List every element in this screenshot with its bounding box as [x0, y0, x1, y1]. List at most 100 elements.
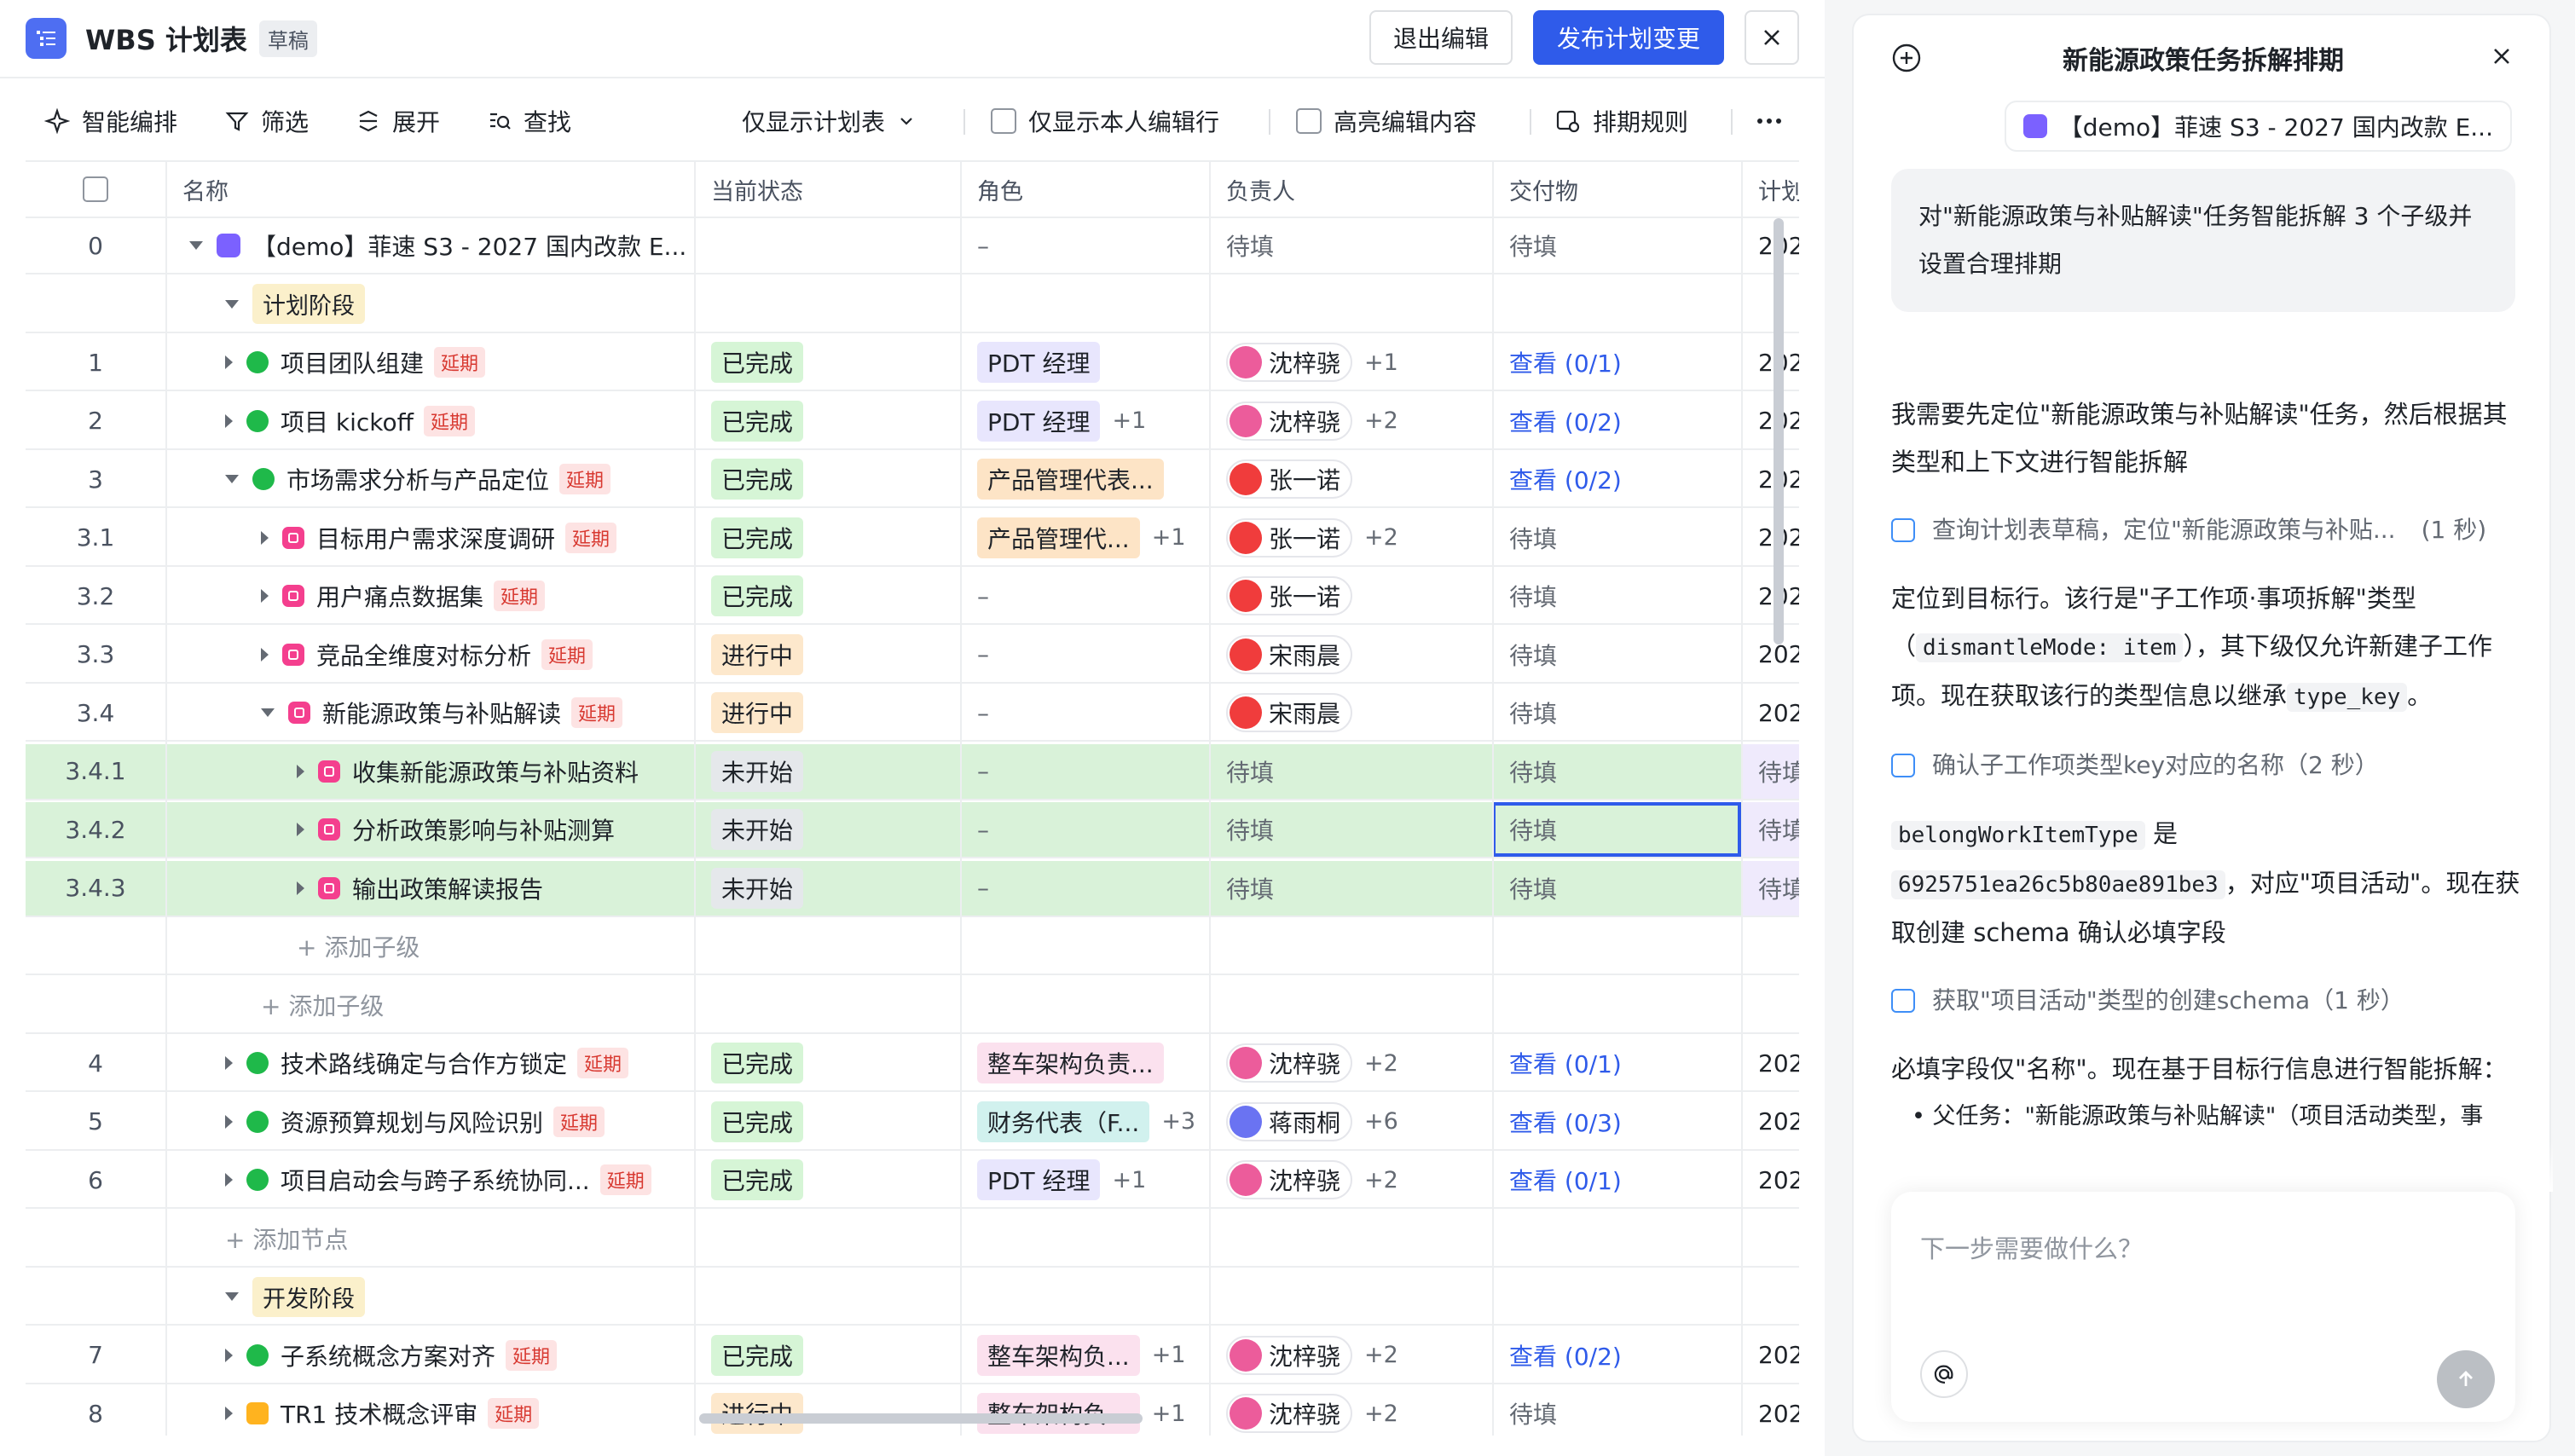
- owner-chip[interactable]: 张一诺: [1226, 576, 1353, 615]
- owner-chip[interactable]: 张一诺: [1226, 459, 1353, 499]
- owner-chip[interactable]: 沈梓骁: [1226, 1394, 1353, 1433]
- collapse-caret-icon[interactable]: [225, 1292, 239, 1301]
- owner-empty[interactable]: 待填: [1226, 228, 1274, 263]
- table-row[interactable]: 2项目 kickoff延期已完成PDT 经理+1沈梓骁+2查看 (0/2)202…: [26, 394, 1799, 450]
- owner-empty[interactable]: 待填: [1226, 754, 1274, 789]
- table-row[interactable]: 3.4.1 收集新能源政策与补贴资料 未开始 – 待填 待填 待填: [26, 743, 1799, 800]
- expand-caret-icon[interactable]: [261, 530, 269, 545]
- table-row[interactable]: 3.4.2 分析政策影响与补贴测算 未开始 – 待填 待填 待填: [26, 802, 1799, 858]
- expand-caret-icon[interactable]: [225, 413, 233, 428]
- owner-chip[interactable]: 沈梓骁: [1226, 1043, 1353, 1083]
- table-row[interactable]: 7 子系统概念方案对齐 延期 已完成 整车架构负... +1 沈梓骁 +2 查看 (0/2) 20…: [26, 1328, 1799, 1384]
- owner-chip[interactable]: 宋雨晨: [1226, 693, 1353, 732]
- add-child-button[interactable]: + 添加子级: [261, 988, 384, 1022]
- owner-chip[interactable]: 张一诺: [1226, 517, 1353, 558]
- role-tag[interactable]: 产品管理代表...: [977, 459, 1164, 500]
- expand-button[interactable]: 展开: [356, 104, 440, 138]
- highlight-checkbox[interactable]: 高亮编辑内容: [1296, 80, 1477, 162]
- column-header[interactable]: 角色: [960, 162, 1209, 217]
- deliverable-link[interactable]: 查看 (0/1): [1509, 1046, 1622, 1080]
- expand-caret-icon[interactable]: [261, 647, 269, 662]
- deliverable-empty[interactable]: 待填: [1509, 579, 1557, 613]
- add-row[interactable]: + 添加子级: [26, 978, 1799, 1034]
- planned-date[interactable]: 2026-0: [1758, 699, 1799, 727]
- status-badge[interactable]: 进行中: [711, 633, 804, 675]
- planned-date[interactable]: 待填: [1758, 871, 1799, 905]
- table-row[interactable]: 4 技术路线确定与合作方锁定 延期 已完成 整车架构负责... 沈梓骁 +2 查看 (0/1)…: [26, 1036, 1799, 1092]
- table-row[interactable]: 3.4 新能源政策与补贴解读延期 进行中 – 宋雨晨 待填 2026-0: [26, 685, 1799, 742]
- status-badge[interactable]: 已完成: [711, 1101, 804, 1142]
- schedule-rules-button[interactable]: 排期规则: [1555, 80, 1688, 162]
- deliverable-empty[interactable]: 待填: [1509, 812, 1557, 846]
- exit-edit-button[interactable]: 退出编辑: [1369, 10, 1513, 65]
- context-chip[interactable]: 【demo】菲速 S3 - 2027 国内改款 E...: [2004, 101, 2512, 152]
- collapse-caret-icon[interactable]: [225, 299, 239, 309]
- add-child-button[interactable]: + 添加子级: [297, 929, 420, 963]
- owner-chip[interactable]: 沈梓骁: [1226, 1160, 1353, 1199]
- chat-input[interactable]: 下一步需要做什么？: [1891, 1192, 2515, 1422]
- owner-chip[interactable]: 蒋雨桐: [1226, 1101, 1353, 1141]
- smart-edit-button[interactable]: 智能编排: [44, 104, 177, 138]
- add-child-button[interactable]: + 添加节点: [225, 1222, 348, 1256]
- status-badge[interactable]: 已完成: [711, 459, 804, 500]
- task-name[interactable]: 项目启动会与跨子系统协同...: [281, 1163, 590, 1197]
- deliverable-link[interactable]: 查看 (0/1): [1509, 345, 1622, 379]
- expand-caret-icon[interactable]: [225, 1173, 233, 1187]
- expand-caret-icon[interactable]: [225, 1056, 233, 1070]
- planned-date[interactable]: 2026-0: [1758, 1107, 1799, 1135]
- role-tag[interactable]: PDT 经理: [977, 1159, 1101, 1200]
- table-row[interactable]: 5 资源预算规划与风险识别 延期 已完成 财务代表（F... +3 蒋雨桐 +6 查看 (0/3…: [26, 1095, 1799, 1151]
- add-row[interactable]: + 添加节点: [26, 1211, 1799, 1268]
- expand-caret-icon[interactable]: [225, 1348, 233, 1362]
- owner-chip[interactable]: 沈梓骁: [1226, 401, 1353, 441]
- role-tag[interactable]: 整车架构负责...: [977, 1043, 1164, 1083]
- expand-caret-icon[interactable]: [225, 1114, 233, 1129]
- table-row[interactable]: 3.4.3 输出政策解读报告 未开始 – 待填 待填 待填: [26, 860, 1799, 917]
- deliverable-empty[interactable]: 待填: [1509, 521, 1557, 555]
- role-tag[interactable]: 财务代表（F...: [977, 1101, 1150, 1142]
- status-badge[interactable]: 未开始: [711, 750, 804, 792]
- more-icon[interactable]: [1756, 80, 1782, 162]
- deliverable-empty[interactable]: 待填: [1509, 228, 1557, 263]
- horizontal-scrollbar[interactable]: [699, 1413, 1143, 1424]
- add-row[interactable]: + 添加子级: [26, 919, 1799, 975]
- owner-chip[interactable]: 沈梓骁: [1226, 343, 1353, 382]
- expand-caret-icon[interactable]: [297, 881, 304, 895]
- table-row[interactable]: 3.2用户痛点数据集延期已完成–张一诺待填2026-0: [26, 569, 1799, 625]
- owner-chip[interactable]: 沈梓骁: [1226, 1335, 1353, 1375]
- task-name[interactable]: 项目团队组建: [281, 345, 424, 379]
- tool-step[interactable]: 确认子工作项类型key对应的名称（2 秒）: [1891, 742, 2522, 789]
- collapse-caret-icon[interactable]: [189, 241, 203, 250]
- planned-date[interactable]: 2026-0: [1758, 1400, 1799, 1428]
- deliverable-empty[interactable]: 待填: [1509, 696, 1557, 730]
- column-header[interactable]: 名称: [165, 162, 694, 217]
- deliverable-empty[interactable]: 待填: [1509, 1396, 1557, 1430]
- role-tag[interactable]: 整车架构负...: [977, 1334, 1140, 1376]
- panel-close-icon[interactable]: [2488, 43, 2515, 76]
- task-name[interactable]: 用户痛点数据集: [316, 579, 483, 613]
- planned-date[interactable]: 2026-0: [1758, 1166, 1799, 1194]
- status-badge[interactable]: 已完成: [711, 575, 804, 616]
- checkbox[interactable]: [1296, 108, 1322, 134]
- deliverable-link[interactable]: 查看 (0/3): [1509, 1105, 1622, 1139]
- find-button[interactable]: 查找: [488, 104, 571, 138]
- phase-row[interactable]: 开发阶段: [26, 1269, 1799, 1326]
- status-badge[interactable]: 未开始: [711, 867, 804, 909]
- status-badge[interactable]: 已完成: [711, 1159, 804, 1200]
- tool-step[interactable]: 查询计划表草稿，定位"新能源政策与补贴... (1 秒): [1891, 506, 2522, 554]
- task-name[interactable]: 目标用户需求深度调研: [316, 521, 555, 555]
- deliverable-empty[interactable]: 待填: [1509, 638, 1557, 672]
- status-badge[interactable]: 已完成: [711, 342, 804, 383]
- vertical-scrollbar[interactable]: [1774, 218, 1784, 644]
- task-name[interactable]: 输出政策解读报告: [352, 871, 543, 905]
- status-badge[interactable]: 已完成: [711, 400, 804, 442]
- task-name[interactable]: 新能源政策与补贴解读: [322, 696, 561, 730]
- filter-button[interactable]: 筛选: [225, 104, 309, 138]
- owner-chip[interactable]: 宋雨晨: [1226, 634, 1353, 674]
- deliverable-link[interactable]: 查看 (0/1): [1509, 1163, 1622, 1197]
- expand-caret-icon[interactable]: [225, 1407, 233, 1420]
- view-select[interactable]: 仅显示计划表: [742, 80, 916, 162]
- planned-date[interactable]: 2026-0: [1758, 1049, 1799, 1078]
- role-tag[interactable]: PDT 经理: [977, 400, 1101, 442]
- table-row[interactable]: 0【demo】菲速 S3 - 2027 国内改款 E...–待填待填2026-0: [26, 218, 1799, 274]
